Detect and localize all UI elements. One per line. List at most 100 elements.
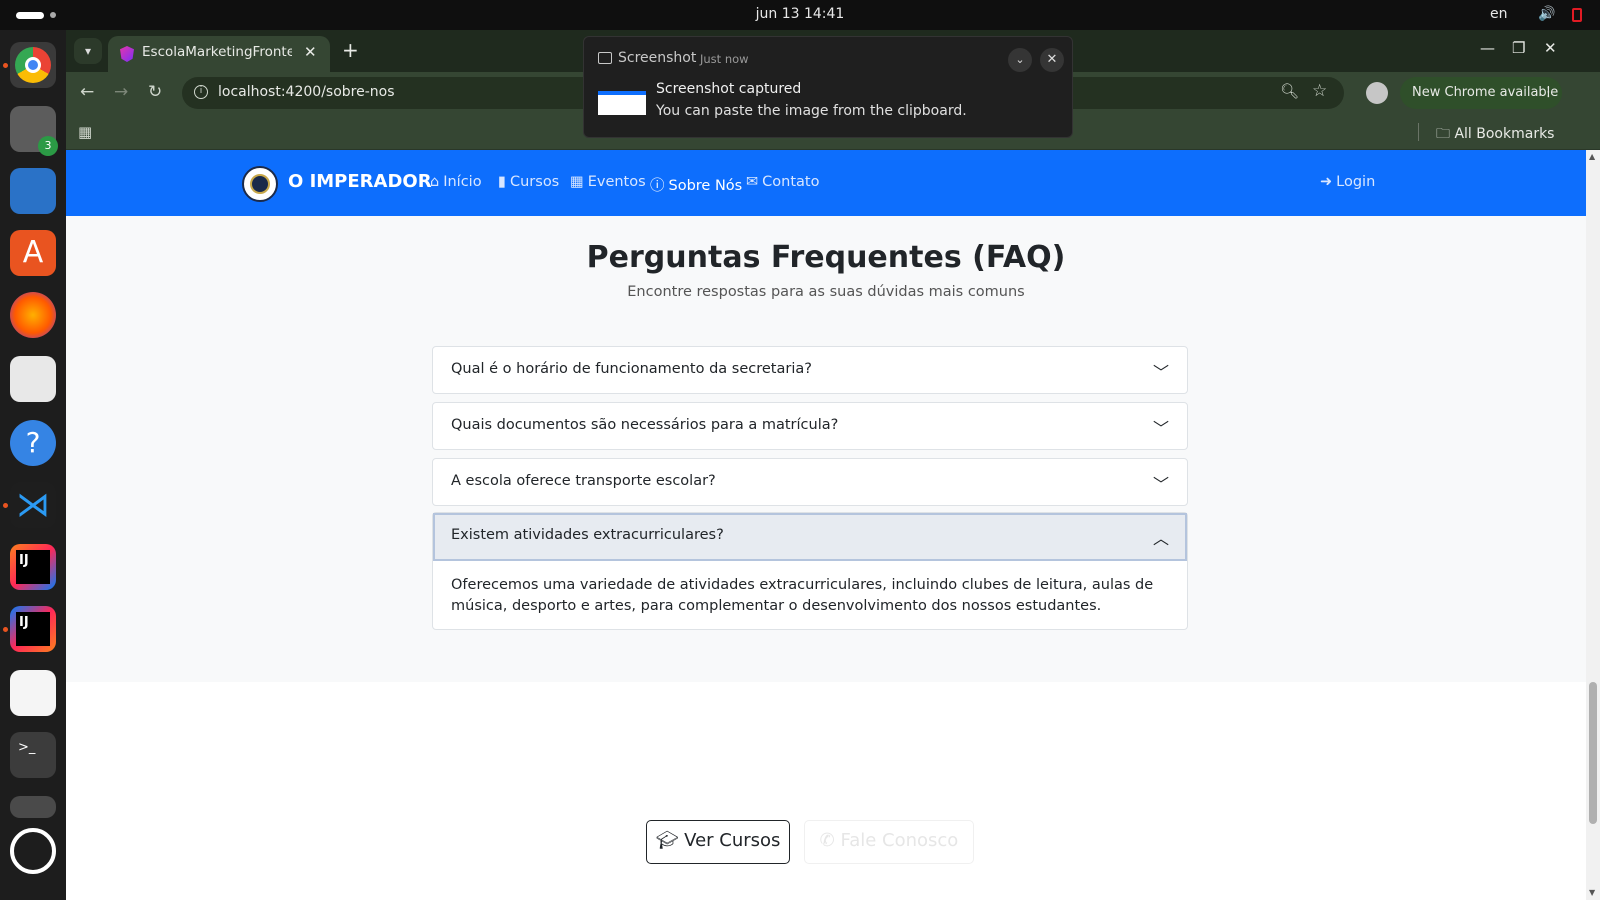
language-indicator[interactable]: en: [1490, 6, 1508, 22]
faq-question: A escola oferece transporte escolar?: [451, 473, 716, 489]
fale-conosco-button[interactable]: ✆ Fale Conosco: [804, 820, 974, 864]
chrome-icon[interactable]: [10, 42, 56, 88]
notification-app-name: Screenshot: [618, 50, 697, 66]
profile-avatar[interactable]: [1366, 82, 1388, 104]
nav-link-login[interactable]: ➜ Login: [1320, 174, 1375, 190]
scroll-up-icon[interactable]: ▲: [1589, 152, 1595, 161]
faq-question: Quais documentos são necessários para a …: [451, 417, 839, 433]
ver-cursos-label: Ver Cursos: [684, 830, 781, 851]
faq-subtitle: Encontre respostas para as suas dúvidas …: [627, 284, 1025, 300]
terminal-icon[interactable]: >_: [10, 732, 56, 778]
faq-question: Qual é o horário de funcionamento da sec…: [451, 361, 812, 377]
chevron-down-icon: ﹀: [1153, 419, 1170, 438]
nav-link-sobre-nos[interactable]: ⓘ Sobre Nós: [650, 174, 742, 195]
firefox-icon[interactable]: [10, 292, 56, 338]
chevron-down-icon: ﹀: [1153, 363, 1170, 382]
running-indicator: [3, 63, 8, 68]
url-text[interactable]: localhost:4200/sobre-nos: [218, 84, 395, 100]
faq-section: Perguntas Frequentes (FAQ) Encontre resp…: [66, 216, 1586, 682]
chevron-up-icon: ︿: [1153, 529, 1170, 548]
site-navbar: O IMPERADOR ⌂ Início ▮ Cursos ▦ Eventos ⓘ So…: [66, 150, 1586, 216]
expand-icon[interactable]: ⌄: [1008, 48, 1032, 72]
nav-label: Contato: [762, 174, 820, 190]
faq-item[interactable]: A escola oferece transporte escolar? ﹀: [432, 458, 1188, 506]
chevron-down-icon: ﹀: [1153, 475, 1170, 494]
scrollbar-thumb[interactable]: [1589, 682, 1597, 824]
writer-icon[interactable]: [10, 168, 56, 214]
home-icon: ⌂: [430, 174, 440, 190]
clock[interactable]: jun 13 14:41: [0, 6, 1600, 22]
all-bookmarks-label: All Bookmarks: [1454, 126, 1555, 142]
show-apps-icon[interactable]: [10, 828, 56, 874]
document-viewer-icon[interactable]: [10, 356, 56, 402]
apps-grid-icon[interactable]: ▦: [78, 123, 92, 141]
screenshot-notification[interactable]: Screenshot Just now ⌄ ✕ Screenshot captu…: [583, 36, 1073, 138]
app-center-icon[interactable]: A: [10, 230, 56, 276]
tab-title: EscolaMarketingFrontend: [142, 44, 292, 60]
forward-icon[interactable]: →: [114, 82, 128, 102]
fale-conosco-label: Fale Conosco: [840, 830, 959, 851]
info-icon: ⓘ: [650, 178, 665, 194]
calendar-icon: ▦: [570, 174, 584, 190]
site-info-icon[interactable]: i: [194, 85, 208, 99]
help-icon[interactable]: ?: [10, 420, 56, 466]
web-page: O IMPERADOR ⌂ Início ▮ Cursos ▦ Eventos ⓘ So…: [66, 150, 1586, 900]
tab-active[interactable]: EscolaMarketingFrontend ✕: [108, 36, 330, 72]
page-scrollbar[interactable]: ▲ ▼: [1586, 150, 1600, 900]
vscode-icon[interactable]: ⋊: [10, 482, 56, 528]
zoom-icon[interactable]: 🔍︎: [1280, 82, 1299, 100]
faq-item-expanded: Existem atividades extracurriculares? ︿ …: [432, 512, 1188, 630]
nav-label: Início: [443, 174, 482, 190]
reload-icon[interactable]: ↻: [148, 82, 162, 102]
close-icon[interactable]: ✕: [1040, 48, 1064, 72]
cta-section: 🎓︎ Ver Cursos ✆ Fale Conosco: [66, 682, 1586, 900]
minimize-icon[interactable]: —: [1480, 39, 1495, 57]
trash-icon[interactable]: [10, 796, 56, 818]
nav-link-cursos[interactable]: ▮ Cursos: [498, 174, 559, 190]
close-tab-icon[interactable]: ✕: [304, 43, 317, 61]
intellij-icon[interactable]: IJ: [10, 544, 56, 590]
notification-title: Screenshot captured: [656, 81, 802, 97]
school-logo[interactable]: [242, 166, 278, 202]
ver-cursos-button[interactable]: 🎓︎ Ver Cursos: [646, 820, 790, 864]
running-indicator: [3, 503, 8, 508]
close-window-icon[interactable]: ✕: [1544, 39, 1557, 57]
faq-item[interactable]: Quais documentos são necessários para a …: [432, 402, 1188, 450]
browser-window: ▾ EscolaMarketingFrontend ✕ + — ❐ ✕ ← → …: [66, 30, 1600, 900]
text-editor-icon[interactable]: [10, 670, 56, 716]
nav-label: Sobre Nós: [668, 178, 743, 194]
brand-name[interactable]: O IMPERADOR: [288, 171, 432, 192]
maximize-icon[interactable]: ❐: [1512, 39, 1525, 57]
new-chrome-available-button[interactable]: New Chrome available ⋮: [1400, 77, 1562, 109]
nav-link-eventos[interactable]: ▦ Eventos: [570, 174, 646, 190]
dock: 3 A ? ⋊ IJ IJ >_: [0, 30, 66, 900]
system-top-bar: jun 13 14:41 en 🔊: [0, 0, 1600, 30]
book-icon: ▮: [498, 174, 506, 190]
nav-link-inicio[interactable]: ⌂ Início: [430, 174, 482, 190]
volume-icon[interactable]: 🔊: [1538, 6, 1555, 22]
scroll-down-icon[interactable]: ▼: [1589, 888, 1595, 897]
all-bookmarks-button[interactable]: 🗀 All Bookmarks: [1436, 123, 1554, 147]
phone-icon: ✆: [819, 830, 835, 851]
new-tab-icon[interactable]: +: [342, 38, 359, 62]
folder-icon: 🗀: [1436, 126, 1450, 142]
nav-label: Login: [1336, 174, 1376, 190]
screenshot-thumbnail: [598, 91, 646, 115]
intellij-ultimate-icon[interactable]: IJ: [10, 606, 56, 652]
faq-question: Existem atividades extracurriculares?: [451, 527, 724, 543]
bookmark-star-icon[interactable]: ☆: [1312, 81, 1327, 101]
power-icon[interactable]: [1572, 8, 1582, 22]
faq-item[interactable]: Qual é o horário de funcionamento da sec…: [432, 346, 1188, 394]
nav-label: Eventos: [587, 174, 646, 190]
nav-label: Cursos: [509, 174, 560, 190]
tab-search-icon[interactable]: ▾: [74, 38, 102, 64]
faq-answer: Oferecemos uma variedade de atividades e…: [451, 577, 1154, 614]
nav-link-contato[interactable]: ✉ Contato: [746, 174, 819, 190]
menu-kebab-icon[interactable]: ⋮: [1542, 77, 1555, 109]
envelope-icon: ✉: [746, 174, 759, 190]
notification-body: You can paste the image from the clipboa…: [656, 103, 967, 119]
faq-title: Perguntas Frequentes (FAQ): [586, 240, 1066, 275]
notification-time: Just now: [700, 52, 749, 66]
back-icon[interactable]: ←: [80, 82, 94, 102]
graduation-cap-icon: 🎓︎: [655, 830, 679, 851]
